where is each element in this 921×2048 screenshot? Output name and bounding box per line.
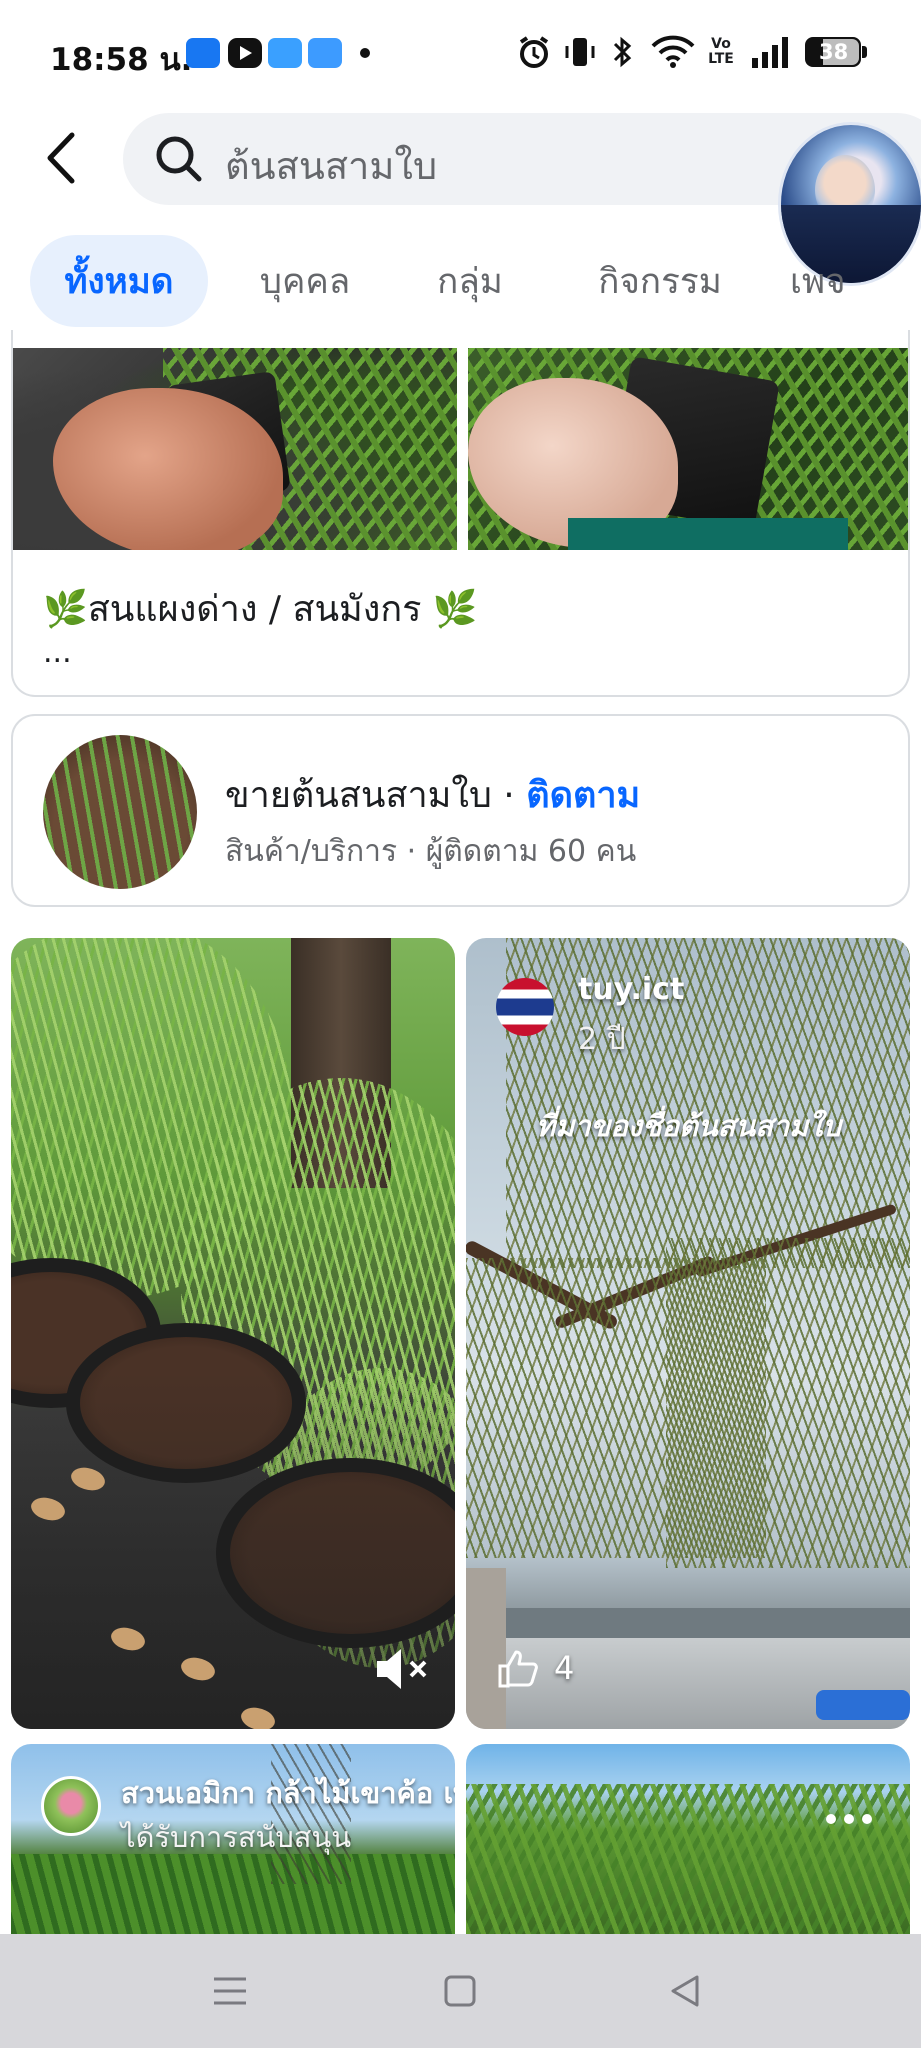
battery-level: 38	[819, 40, 849, 64]
app-notification-icon	[186, 38, 220, 68]
signal-icon	[750, 30, 792, 74]
reel-author-name[interactable]: tuy.ict	[578, 972, 684, 1007]
tab-events-label: กิจกรรม	[598, 261, 722, 302]
post-card[interactable]	[466, 1744, 910, 1934]
sponsored-post-card[interactable]: สวนเอมิกา กล้าไม้เขาค้อ เพชรบูรณ์ ได้รับ…	[11, 1744, 455, 1934]
post-card[interactable]: 🌿สนแผงด่าง / สนมังกร 🌿 ...	[11, 330, 910, 697]
reel-card[interactable]	[11, 938, 455, 1729]
tab-all-label: ทั้งหมด	[64, 261, 174, 302]
back-button[interactable]	[36, 128, 86, 188]
tab-events[interactable]: กิจกรรม	[570, 235, 750, 327]
alarm-icon	[516, 30, 552, 74]
tab-groups-label: กลุ่ม	[437, 261, 503, 302]
reel-card[interactable]: tuy.ict 2 ปี ที่มาของชื่อต้นสนสามใบ 4	[466, 938, 910, 1729]
post-photo[interactable]	[466, 1744, 910, 1934]
home-button[interactable]	[430, 1964, 490, 2018]
status-time: 18:58 น.	[50, 42, 193, 78]
page-result-card[interactable]: ขายต้นสนสามใบ · ติดตาม สินค้า/บริการ · ผ…	[11, 714, 910, 907]
post-photo-left[interactable]	[13, 348, 457, 550]
reel-author-avatar[interactable]	[496, 978, 554, 1036]
follow-link[interactable]: ติดตาม	[526, 775, 640, 816]
network-label: Vo LTE	[708, 36, 734, 67]
battery-icon: 38	[805, 30, 867, 74]
page-name[interactable]: ขายต้นสนสามใบ	[225, 775, 492, 816]
sponsored-author-name[interactable]: สวนเอมิกา กล้าไม้เขาค้อ เพชรบูรณ์	[121, 1770, 455, 1816]
mute-button[interactable]	[373, 1644, 433, 1694]
tab-people[interactable]: บุคคล	[230, 235, 380, 327]
like-count: 4	[496, 1648, 574, 1688]
tab-all[interactable]: ทั้งหมด	[30, 235, 208, 327]
volte-indicator: Vo LTE	[706, 30, 736, 74]
reel-age: 2 ปี	[578, 1022, 626, 1057]
reel-thumbnail[interactable]	[466, 938, 910, 1729]
tab-pages[interactable]: เพจ	[790, 235, 921, 327]
messenger-app-icon	[308, 38, 342, 68]
page-avatar[interactable]	[43, 735, 197, 889]
tab-groups[interactable]: กลุ่ม	[400, 235, 540, 327]
page-separator: ·	[491, 775, 527, 816]
reel-thumbnail[interactable]	[11, 938, 455, 1729]
back-nav-button[interactable]	[655, 1964, 715, 2018]
post-menu-button[interactable]	[826, 1804, 886, 1834]
reel-caption: ที่มาของชื่อต้นสนสามใบ	[536, 1109, 841, 1143]
system-navigation-bar	[0, 1934, 921, 2048]
tab-people-label: บุคคล	[259, 261, 351, 302]
weather-app-icon	[268, 38, 302, 68]
sponsored-author-avatar[interactable]	[41, 1776, 101, 1836]
tab-pages-label: เพจ	[790, 261, 846, 302]
bluetooth-icon	[610, 30, 636, 74]
recent-apps-button[interactable]	[200, 1964, 260, 2018]
wifi-icon	[650, 30, 696, 74]
page-title-row: ขายต้นสนสามใบ · ติดตาม	[225, 766, 640, 823]
magnifier-icon	[156, 136, 202, 182]
post-photo-right[interactable]	[468, 348, 908, 550]
youtube-icon	[228, 38, 262, 68]
more-notifications-dot	[360, 48, 370, 58]
search-query-text: ต้นสนสามใบ	[225, 144, 438, 188]
more-dots-icon	[826, 1814, 872, 1824]
vibrate-icon	[562, 30, 598, 74]
square-icon	[444, 1975, 476, 2007]
sponsored-label: ได้รับการสนับสนุน	[121, 1820, 352, 1854]
post-title: 🌿สนแผงด่าง / สนมังกร 🌿	[43, 589, 478, 630]
status-bar: 18:58 น. Vo LTE 38	[0, 0, 921, 110]
chevron-left-icon	[47, 132, 75, 184]
like-count-value: 4	[554, 1649, 575, 1687]
search-filter-tabs: ทั้งหมด บุคคล กลุ่ม กิจกรรม เพจ	[30, 235, 921, 327]
thumbs-up-icon	[498, 1650, 538, 1688]
post-more-text: ...	[43, 635, 72, 670]
triangle-back-icon	[671, 1975, 699, 2007]
speaker-muted-icon	[377, 1649, 427, 1689]
page-subtitle: สินค้า/บริการ · ผู้ติดตาม 60 คน	[225, 834, 637, 869]
menu-lines-icon	[214, 1977, 246, 2005]
